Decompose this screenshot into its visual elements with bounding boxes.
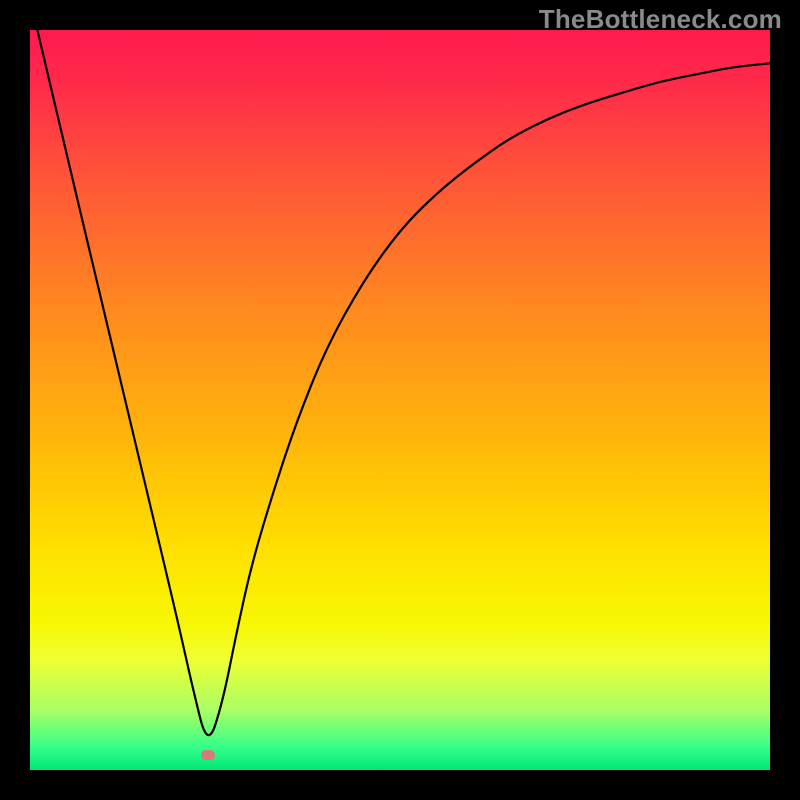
curve-layer: [30, 30, 770, 770]
bottleneck-curve: [37, 30, 770, 735]
optimum-marker: [201, 750, 215, 760]
plot-area: [30, 30, 770, 770]
chart-frame: TheBottleneck.com: [0, 0, 800, 800]
